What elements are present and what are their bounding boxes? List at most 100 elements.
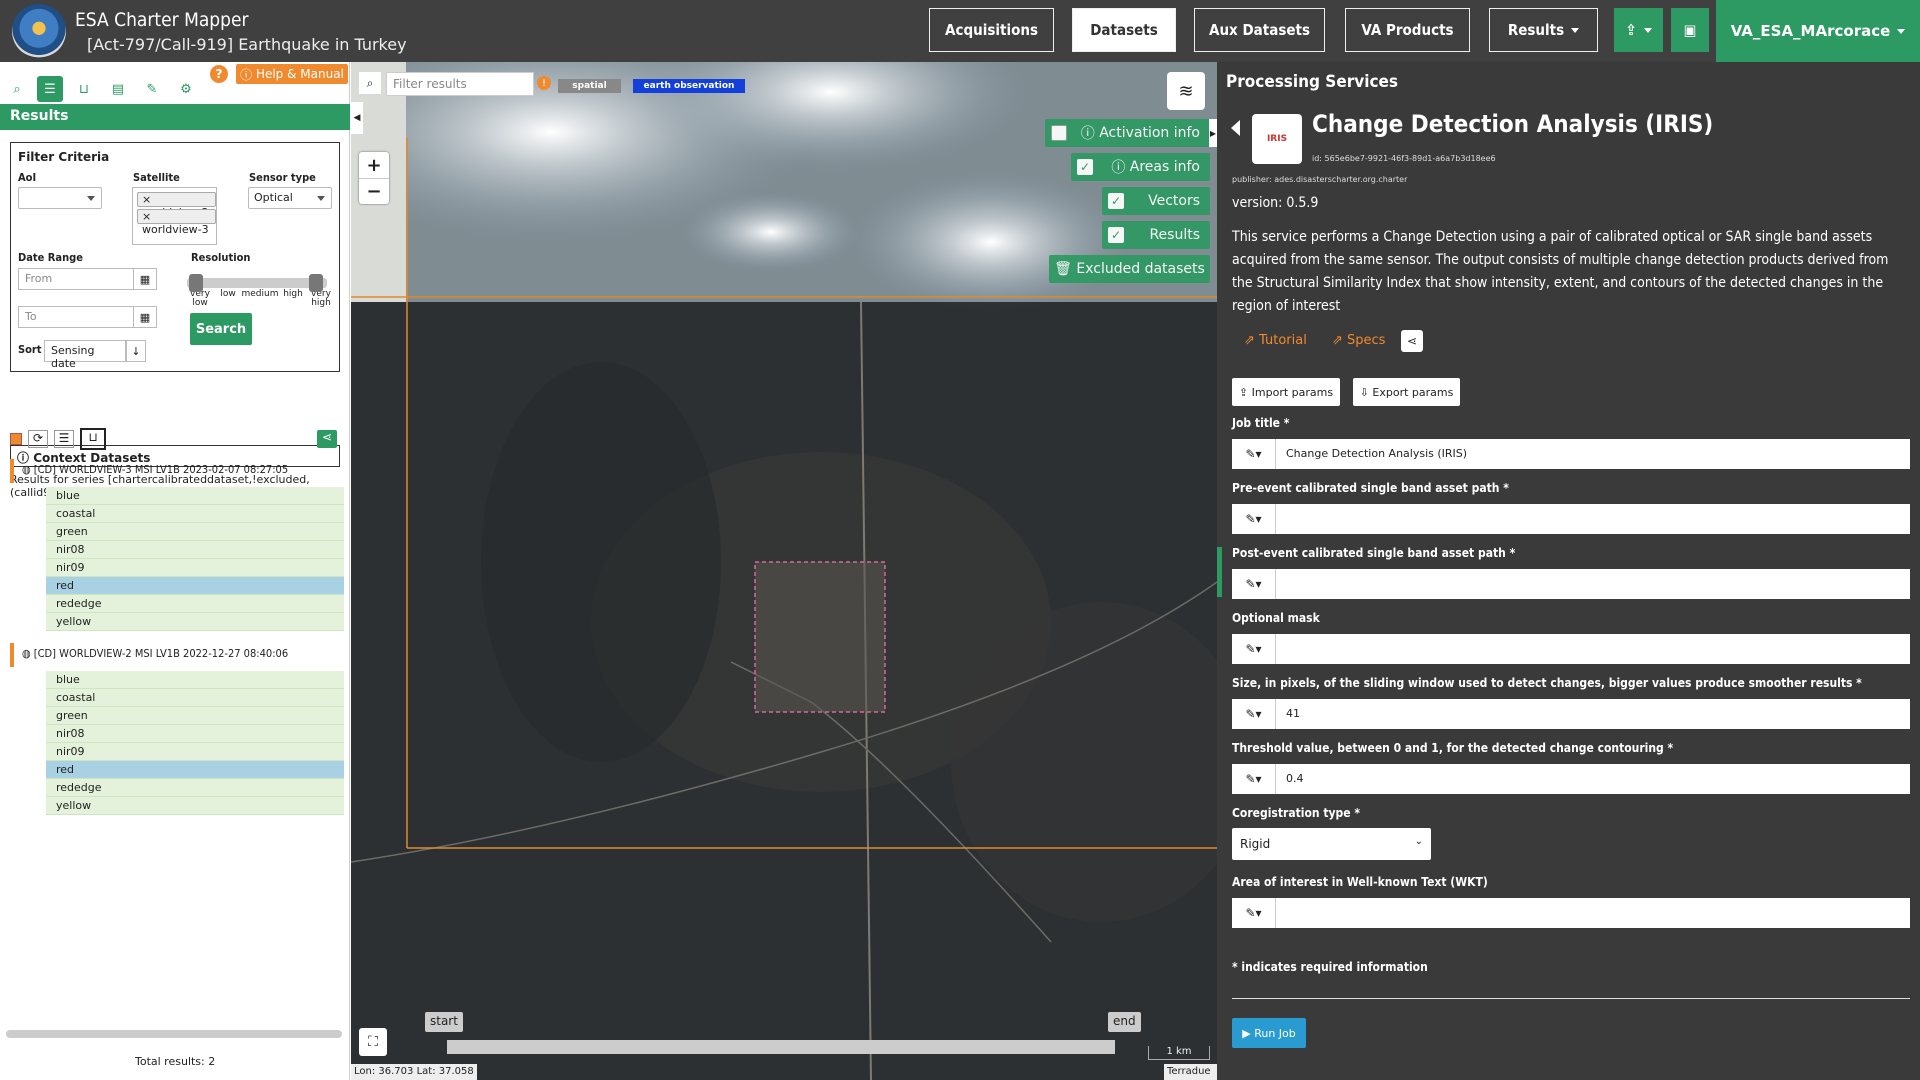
specs-link[interactable]: ⇗ Specs [1332,333,1385,348]
magic-wand-icon[interactable]: ✎▾ [1232,439,1276,469]
user-menu[interactable]: VA_ESA_MArcorace [1716,0,1920,62]
horizontal-scrollbar[interactable] [6,1030,342,1038]
tag-remove-icon[interactable]: × [142,193,151,206]
run-job-button[interactable]: ▶ Run Job [1232,1018,1306,1048]
band-item[interactable]: nir08 [46,541,344,559]
band-item[interactable]: blue [46,671,344,689]
eo-filter-pill[interactable]: earth observation [633,79,745,93]
help-manual-button[interactable]: ⓘ Help & Manual [236,64,348,84]
spatial-filter-pill[interactable]: spatial [558,79,621,93]
timeline-bar[interactable] [447,1040,1115,1054]
band-item[interactable]: coastal [46,505,344,523]
select-all-checkbox[interactable] [10,433,22,445]
areas-info-toggle[interactable]: ✓ ⓘ Areas info [1071,153,1210,181]
satellite-multiselect[interactable]: × worldview-2 × worldview-3 [132,187,217,245]
map-attribution[interactable]: Terradue [1164,1064,1217,1080]
slider-handle-low[interactable] [189,274,203,292]
export-params-button[interactable]: ⇩ Export params [1353,378,1460,406]
zoom-in-button[interactable]: + [359,152,389,178]
timeline-start-handle[interactable]: start [425,1012,463,1032]
window-size-input[interactable]: ✎▾ 41 [1232,699,1910,729]
list-view-icon[interactable]: ☰ [54,430,74,448]
band-item[interactable]: nir09 [46,559,344,577]
help-icon[interactable]: ? [210,65,228,83]
layers-button[interactable]: ≋ [1167,72,1205,110]
satellite-tag[interactable]: × worldview-3 [137,209,216,236]
band-item[interactable]: yellow [46,797,344,815]
back-arrow-icon[interactable] [1231,120,1240,136]
mask-input[interactable]: ✎▾ [1232,634,1910,664]
activation-info-toggle[interactable]: ⓘ Activation info [1045,119,1210,147]
band-item[interactable]: rededge [46,595,344,613]
edit-tool-button[interactable]: ✎ [139,76,165,102]
wkt-input[interactable]: ✎▾ [1232,898,1910,928]
sort-direction-icon[interactable]: ↓ [126,340,146,362]
share-button[interactable]: ⋖ [1401,330,1423,352]
results-checkbox[interactable]: ✓ [1108,227,1124,243]
post-event-input[interactable]: ✎▾ [1232,569,1910,599]
magic-wand-icon[interactable]: ✎▾ [1232,764,1276,794]
band-item[interactable]: nir08 [46,725,344,743]
settings-tool-button[interactable]: ⚙ [173,76,199,102]
tutorial-link[interactable]: ⇗ Tutorial [1244,333,1307,348]
band-item[interactable]: nir09 [46,743,344,761]
magic-wand-icon[interactable]: ✎▾ [1232,898,1276,928]
import-params-button[interactable]: ⇪ Import params [1232,378,1340,406]
info-icon[interactable]: ! [537,76,551,90]
nav-aux-datasets[interactable]: Aux Datasets [1194,8,1325,52]
sort-select[interactable]: Sensing date [44,340,126,370]
date-from-input[interactable]: From [18,268,134,290]
briefcase-button[interactable]: ▣ [1671,8,1709,52]
aoi-select[interactable] [18,187,102,209]
job-title-input[interactable]: ✎▾ Change Detection Analysis (IRIS) [1232,439,1910,469]
nav-acquisitions[interactable]: Acquisitions [929,8,1054,52]
magic-wand-icon[interactable]: ✎▾ [1232,699,1276,729]
nav-va-products[interactable]: VA Products [1345,8,1470,52]
filter-results-input[interactable]: Filter results [386,72,534,96]
resolution-slider[interactable] [187,274,327,292]
share-icon[interactable]: ⋖ [317,430,337,448]
results-toggle[interactable]: ✓ Results [1102,221,1210,249]
list-tool-button[interactable]: ☰ [37,76,63,102]
upload-menu-button[interactable]: ⇪ [1614,8,1663,52]
calendar-icon[interactable]: ▦ [133,268,157,290]
band-item-selected[interactable]: red [46,577,344,595]
vectors-checkbox[interactable]: ✓ [1108,193,1124,209]
refresh-icon[interactable]: ⟳ [28,430,48,448]
excluded-datasets-button[interactable]: 🗑 Excluded datasets [1049,255,1210,283]
chevron-right-icon[interactable]: ▶ [1209,119,1217,147]
band-item[interactable]: green [46,707,344,725]
zoom-out-button[interactable]: − [359,178,389,204]
areas-info-checkbox[interactable]: ✓ [1077,159,1093,175]
band-item[interactable]: green [46,523,344,541]
coregistration-select[interactable]: Rigid ⌄ [1232,828,1431,860]
nav-datasets[interactable]: Datasets [1072,8,1176,52]
date-to-input[interactable]: To [18,306,134,328]
magic-wand-icon[interactable]: ✎▾ [1232,569,1276,599]
threshold-input[interactable]: ✎▾ 0.4 [1232,764,1910,794]
magic-wand-icon[interactable]: ✎▾ [1232,504,1276,534]
map-search-button[interactable]: ⌕ [359,72,381,94]
timeline-end-handle[interactable]: end [1108,1012,1141,1032]
activation-info-checkbox[interactable] [1051,125,1067,141]
basket-tool-button[interactable]: ⊔ [71,76,97,102]
band-item[interactable]: coastal [46,689,344,707]
vectors-toggle[interactable]: ✓ Vectors [1102,187,1210,215]
search-tool-button[interactable]: ⌕ [4,76,30,102]
band-item[interactable]: rededge [46,779,344,797]
map-view[interactable]: ◀ ⌕ Filter results ! spatial earth obser… [351,62,1217,1080]
dataset-row[interactable]: ◍ [CD] WORLDVIEW-3 MSI LV1B 2023-02-07 0… [10,459,344,483]
slider-handle-high[interactable] [309,274,323,292]
archive-tool-button[interactable]: ▤ [105,76,131,102]
fullscreen-button[interactable]: ⛶ [359,1028,387,1056]
band-item[interactable]: yellow [46,613,344,631]
pre-event-input[interactable]: ✎▾ [1232,504,1910,534]
satellite-tag[interactable]: × worldview-2 [137,192,216,219]
dataset-row[interactable]: ◍ [CD] WORLDVIEW-2 MSI LV1B 2022-12-27 0… [10,643,344,667]
esa-charter-logo[interactable] [12,4,66,58]
sensor-select[interactable]: Optical [248,187,332,209]
nav-results[interactable]: Results [1489,8,1598,52]
basket-add-icon[interactable]: ⊔ [80,428,106,450]
calendar-icon[interactable]: ▦ [133,306,157,328]
band-item-selected[interactable]: red [46,761,344,779]
